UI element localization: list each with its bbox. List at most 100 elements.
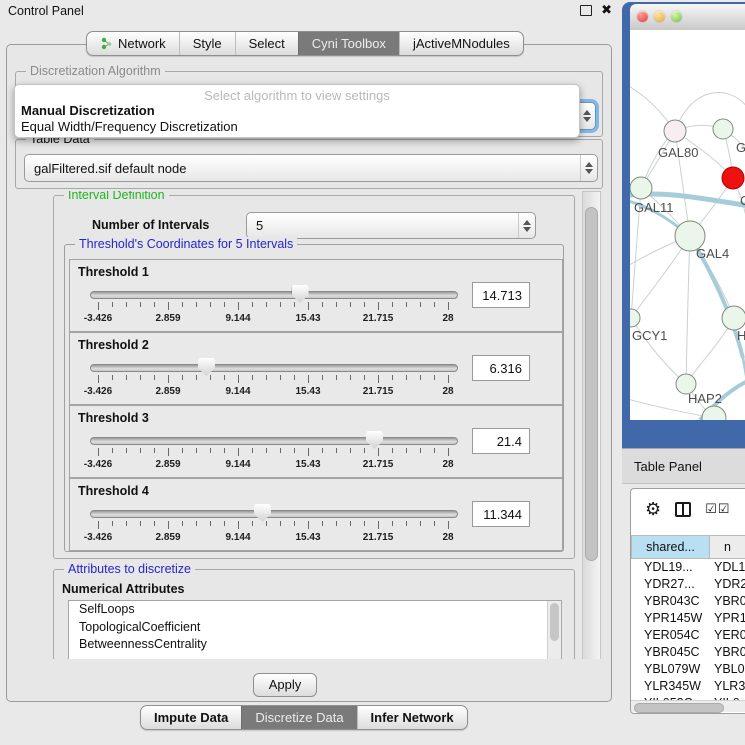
tab-impute-data[interactable]: Impute Data <box>141 706 241 729</box>
number-of-intervals-value: 5 <box>247 218 518 233</box>
table-row[interactable]: YBR045CYBR0 <box>631 644 745 661</box>
column-header-name[interactable]: n <box>710 535 745 559</box>
discretization-algorithm-title: Discretization Algorithm <box>26 64 165 78</box>
tab-discretize-data[interactable]: Discretize Data <box>241 706 356 729</box>
slider-track[interactable] <box>90 437 458 445</box>
columns-icon[interactable] <box>675 502 691 517</box>
table-row[interactable]: YDR27...YDR2 <box>631 576 745 593</box>
select-columns-checkboxes-icon[interactable]: ☑☑ <box>705 501 730 517</box>
slider-thumb[interactable] <box>254 504 271 522</box>
threshold-3-value-field[interactable]: 21.4 <box>472 428 530 454</box>
combobox-stepper-icon[interactable] <box>518 213 535 238</box>
numerical-attributes-list[interactable]: SelfLoopsTopologicalCoefficientBetweenne… <box>68 600 562 659</box>
interval-definition-group: Interval Definition Number of Intervals … <box>53 195 575 559</box>
threshold-4-panel: Threshold 4 -3.4262.8599.14415.4321.7152… <box>69 478 563 551</box>
tab-style[interactable]: Style <box>179 32 235 55</box>
node-h[interactable] <box>722 306 745 330</box>
slider-thumb[interactable] <box>292 285 309 303</box>
slider-track[interactable] <box>90 364 458 372</box>
threshold-3-slider[interactable]: -3.4262.8599.14415.4321.71528 <box>90 430 456 476</box>
threshold-1-slider[interactable]: -3.4262.8599.14415.4321.71528 <box>90 284 456 330</box>
settings-vertical-scrollbar[interactable] <box>582 191 601 659</box>
node-top-right[interactable] <box>713 119 733 139</box>
network-window-titlebar[interactable] <box>630 4 745 31</box>
node-table-body: YDL19...YDL1YDR27...YDR2YBR043CYBR0YPR14… <box>631 559 745 701</box>
slider-thumb[interactable] <box>366 431 383 449</box>
cyni-bottom-tabs: Impute Data Discretize Data Infer Networ… <box>140 705 468 730</box>
column-header-shared-name[interactable]: shared... <box>631 535 710 559</box>
algorithm-dropdown-popup: Select algorithm to view settings Manual… <box>14 84 580 138</box>
threshold-2-slider[interactable]: -3.4262.8599.14415.4321.71528 <box>90 357 456 403</box>
node-gal80[interactable] <box>664 120 686 142</box>
table-row[interactable]: YER054CYER0 <box>631 627 745 644</box>
threshold-2-label: Threshold 2 <box>78 338 149 352</box>
node-bottom[interactable] <box>702 406 726 420</box>
table-row[interactable]: YBR043CYBR0 <box>631 593 745 610</box>
control-panel-titlebar: Control Panel ✖ <box>0 0 622 22</box>
threshold-1-value-field[interactable]: 14.713 <box>472 282 530 308</box>
gear-icon[interactable]: ⚙ <box>645 500 661 518</box>
node-gal11[interactable] <box>630 177 652 199</box>
combobox-stepper-icon[interactable] <box>578 103 595 129</box>
threshold-4-value-field[interactable]: 11.344 <box>472 501 530 527</box>
threshold-2-value-field[interactable]: 6.316 <box>472 355 530 381</box>
tab-infer-network-label: Infer Network <box>371 710 454 725</box>
zoom-traffic-light-icon[interactable] <box>671 11 682 22</box>
node-label: GAL80 <box>658 145 698 160</box>
tab-cyni-toolbox[interactable]: Cyni Toolbox <box>298 32 399 55</box>
slider-track[interactable] <box>90 291 458 299</box>
tab-network-label: Network <box>118 36 166 51</box>
node-label: C <box>740 193 745 208</box>
tab-jactivemnodules[interactable]: jActiveMNodules <box>399 32 523 55</box>
attributes-group: Attributes to discretize Numerical Attri… <box>53 569 575 659</box>
table-row[interactable]: YBL079WYBL0 <box>631 661 745 678</box>
table-row[interactable]: YLR345WYLR3 <box>631 678 745 695</box>
threshold-3-label: Threshold 3 <box>78 411 149 425</box>
numerical-attributes-label: Numerical Attributes <box>62 582 184 596</box>
table-data-group: Table Data galFiltered.sif default node <box>15 139 603 189</box>
list-scrollbar[interactable] <box>547 601 561 659</box>
network-canvas[interactable]: GAL80 G. C GAL11 GAL4 GCY1 H HAP2 <box>630 30 745 420</box>
combobox-stepper-icon[interactable] <box>580 155 597 181</box>
dropdown-item-manual-discretization[interactable]: Manual Discretization <box>15 103 579 119</box>
number-of-intervals-combobox[interactable]: 5 <box>246 212 536 239</box>
table-row[interactable]: YPR145WYPR1 <box>631 610 745 627</box>
tab-select[interactable]: Select <box>235 32 298 55</box>
threshold-coordinates-title: Threshold's Coordinates for 5 Intervals <box>75 237 297 251</box>
scrollbar-thumb[interactable] <box>585 207 598 561</box>
table-data-combobox-value: galFiltered.sif default node <box>25 161 580 176</box>
attribute-item[interactable]: BetweennessCentrality <box>69 636 561 654</box>
table-row[interactable]: YDL19...YDL1 <box>631 559 745 576</box>
slider-track[interactable] <box>90 510 458 518</box>
tab-discretize-data-label: Discretize Data <box>255 710 343 725</box>
network-view-window: GAL80 G. C GAL11 GAL4 GCY1 H HAP2 <box>622 2 745 448</box>
float-window-icon[interactable] <box>580 5 592 16</box>
control-panel-tabs: Network Style Select Cyni Toolbox jActiv… <box>86 31 524 56</box>
control-panel-title: Control Panel <box>8 4 84 18</box>
threshold-4-label: Threshold 4 <box>78 484 149 498</box>
dropdown-hint: Select algorithm to view settings <box>15 85 579 103</box>
attribute-item[interactable]: TopologicalCoefficient <box>69 619 561 637</box>
threshold-1-label: Threshold 1 <box>78 265 149 279</box>
slider-thumb[interactable] <box>198 358 215 376</box>
threshold-1-panel: Threshold 1 -3.4262.8599.14415.4321.7152… <box>69 259 563 332</box>
table-header-row: shared... n <box>631 535 745 559</box>
table-data-combobox[interactable]: galFiltered.sif default node <box>24 154 598 182</box>
table-horizontal-scrollbar[interactable] <box>631 700 745 712</box>
minimize-traffic-light-icon[interactable] <box>654 11 665 22</box>
node-selected-red[interactable] <box>722 167 744 189</box>
node-gcy1[interactable] <box>630 309 640 327</box>
table-panel-header: Table Panel <box>622 448 745 484</box>
close-traffic-light-icon[interactable] <box>637 11 648 22</box>
threshold-4-slider[interactable]: -3.4262.8599.14415.4321.71528 <box>90 503 456 549</box>
node-label: GCY1 <box>632 328 667 343</box>
close-icon[interactable]: ✖ <box>601 3 612 17</box>
attribute-item[interactable]: SelfLoops <box>69 601 561 619</box>
dropdown-item-equal-width-frequency[interactable]: Equal Width/Frequency Discretization <box>15 119 579 135</box>
tab-infer-network[interactable]: Infer Network <box>357 706 467 729</box>
node-label: G. <box>736 140 745 155</box>
apply-button[interactable]: Apply <box>253 673 317 697</box>
node-label: H <box>737 328 745 343</box>
scrollbar-thumb[interactable] <box>634 703 724 713</box>
tab-network[interactable]: Network <box>87 32 179 55</box>
